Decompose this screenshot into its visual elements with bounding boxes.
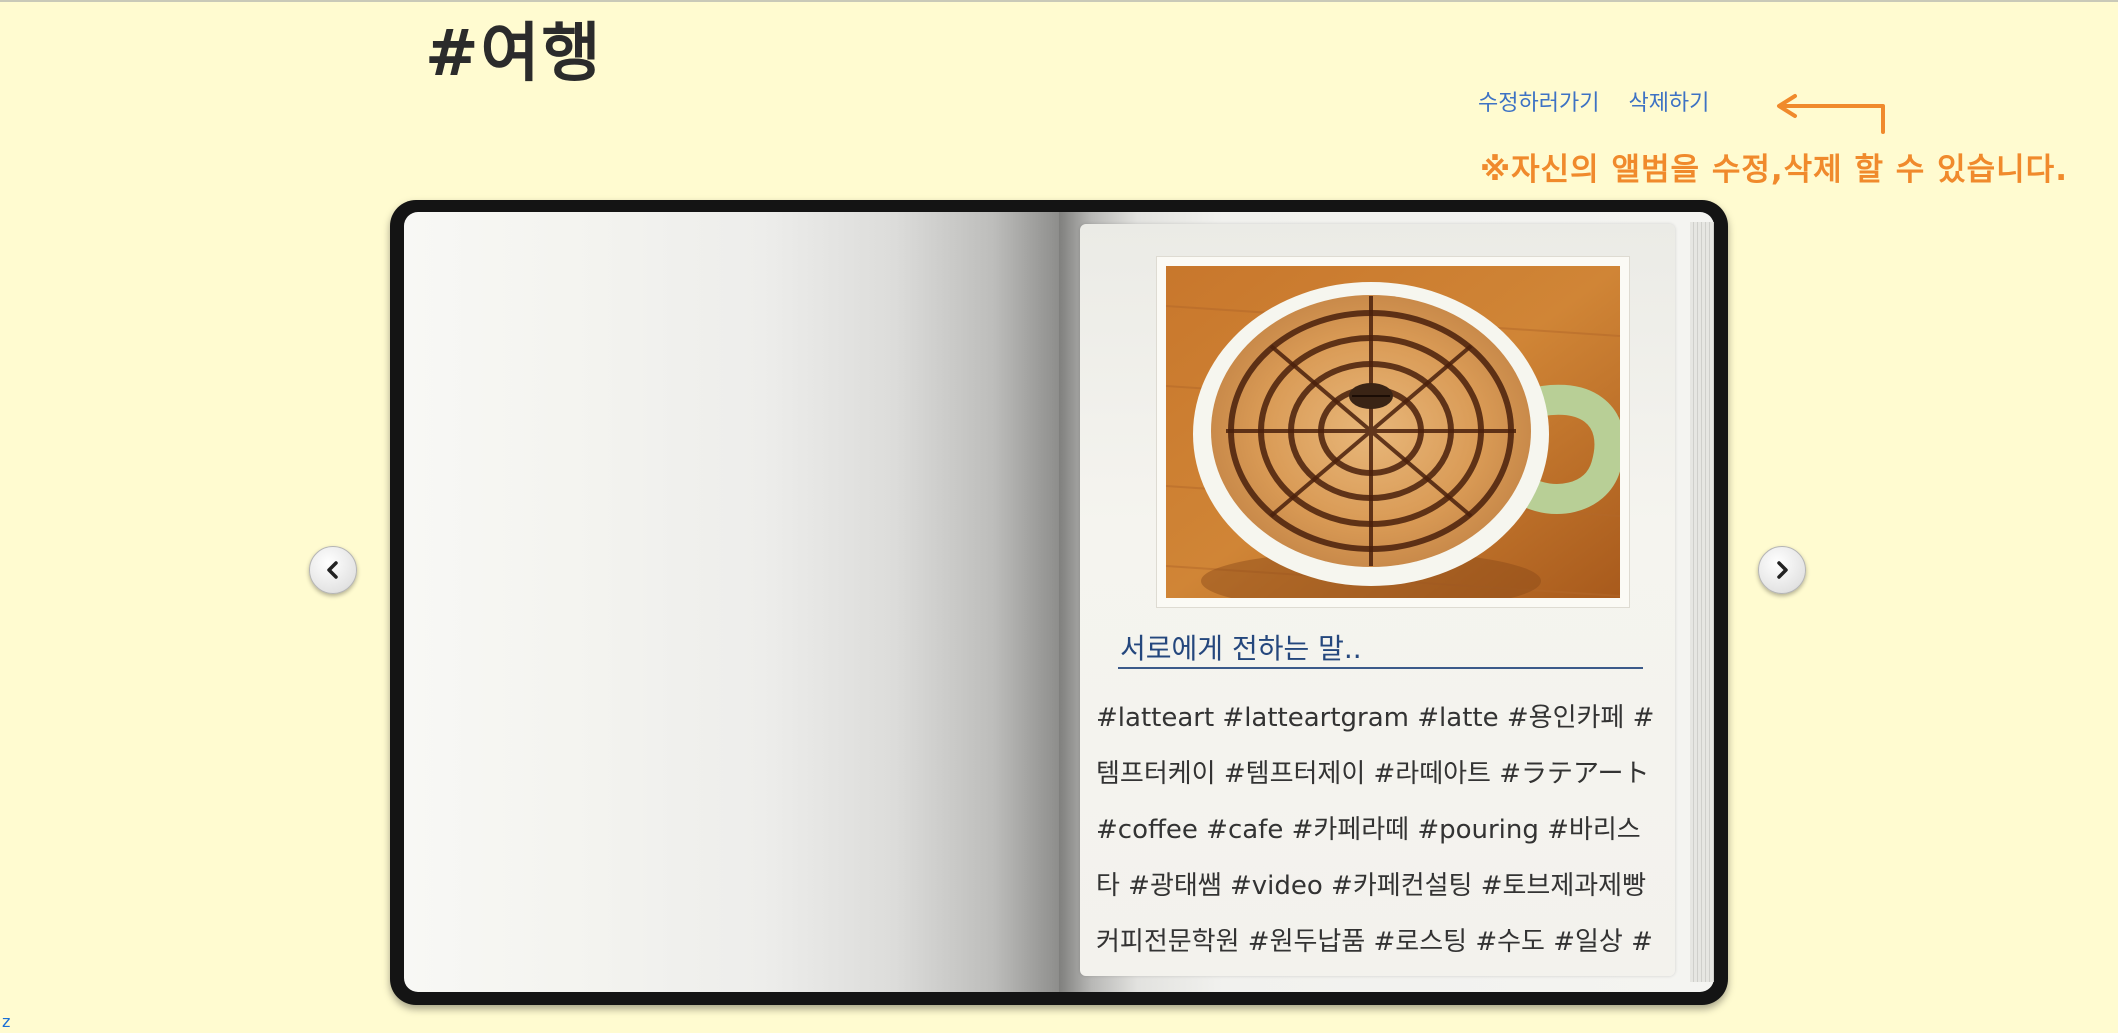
notice-text: ※자신의 앨범을 수정,삭제 할 수 있습니다. [1480, 152, 2068, 188]
caption-divider [1118, 667, 1643, 669]
arrow-left-icon [1777, 94, 1885, 134]
hashtag-text: #latteart #latteartgram #latte #용인카페 #템프… [1096, 703, 1655, 957]
right-page[interactable]: 서로에게 전하는 말.. #latteart #latteartgram #la… [1059, 212, 1714, 992]
photo-frame [1156, 256, 1630, 608]
page-edges [1690, 222, 1714, 982]
post-card: 서로에게 전하는 말.. #latteart #latteartgram #la… [1080, 224, 1675, 976]
left-page[interactable] [404, 212, 1059, 992]
chevron-right-icon [1777, 561, 1788, 579]
album-book: 서로에게 전하는 말.. #latteart #latteartgram #la… [390, 200, 1728, 1005]
message-caption: 서로에게 전하는 말.. [1120, 632, 1362, 665]
album-actions: 수정하러가기 삭제하기 [1478, 85, 1731, 117]
footer-marker: z [2, 1012, 11, 1031]
edit-link[interactable]: 수정하러가기 [1478, 91, 1599, 116]
next-page-button[interactable] [1758, 546, 1806, 594]
chevron-left-icon [327, 561, 338, 579]
latte-art-photo[interactable] [1166, 266, 1620, 598]
album-title: #여행 [425, 17, 603, 91]
delete-link[interactable]: 삭제하기 [1628, 91, 1709, 116]
top-border [0, 0, 2118, 2]
prev-page-button[interactable] [309, 546, 357, 594]
